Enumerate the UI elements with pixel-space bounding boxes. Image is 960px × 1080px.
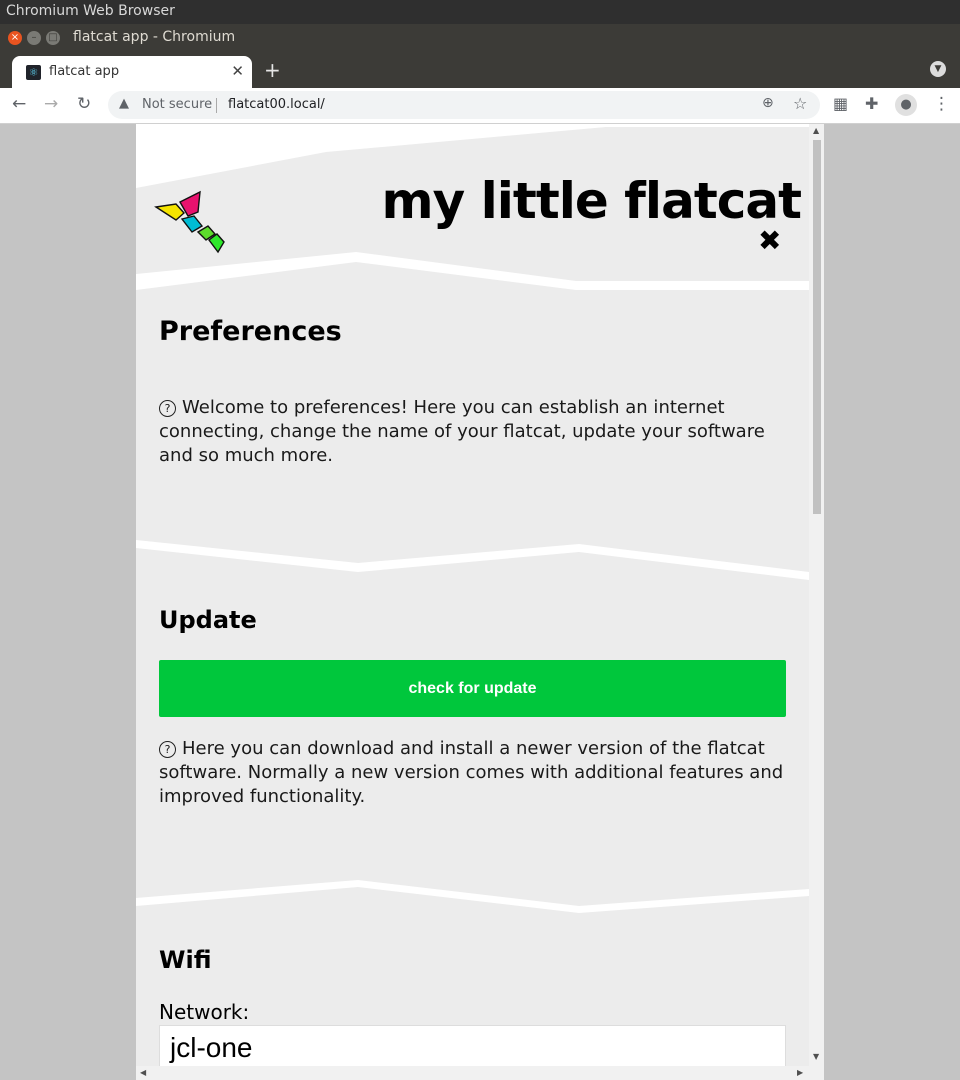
window-minimize-button[interactable]: – — [27, 31, 41, 45]
vertical-scrollbar[interactable]: ▲ ▼ — [809, 124, 824, 1066]
scroll-down-arrow-icon[interactable]: ▼ — [813, 1052, 819, 1061]
zoom-icon[interactable]: ⊕ — [762, 95, 774, 111]
back-icon[interactable]: ← — [12, 94, 26, 114]
tab-title: flatcat app — [49, 64, 120, 79]
star-icon[interactable]: ☆ — [793, 94, 807, 113]
tab-close-icon[interactable]: ✕ — [231, 62, 244, 80]
question-icon[interactable]: ? — [159, 741, 176, 758]
menu-icon[interactable]: ⋮ — [933, 94, 950, 114]
network-input[interactable]: jcl-one — [159, 1025, 786, 1066]
tab-search-icon[interactable]: ▦ — [833, 94, 848, 113]
section-divider — [136, 540, 809, 580]
scroll-left-arrow-icon[interactable]: ◀ — [140, 1068, 146, 1077]
reload-icon[interactable]: ↻ — [77, 94, 91, 114]
window-title-bar: × – □ flatcat app - Chromium — [0, 24, 960, 52]
flatcat-app: my little flatcat ✖ Preferences ? Welcome… — [136, 124, 809, 1066]
os-title-bar: Chromium Web Browser — [0, 0, 960, 24]
update-title: Update — [159, 606, 257, 634]
wifi-title: Wifi — [159, 946, 212, 974]
warning-icon[interactable]: ▲ — [119, 96, 129, 111]
close-icon[interactable]: ✖ — [758, 224, 781, 257]
question-icon[interactable]: ? — [159, 400, 176, 417]
section-divider — [136, 880, 809, 913]
tab-strip: ⚛ flatcat app ✕ + ▼ — [0, 52, 960, 88]
preferences-help: ? Welcome to preferences! Here you can es… — [159, 396, 789, 468]
url-text[interactable]: flatcat00.local/ — [228, 97, 325, 112]
vertical-scroll-thumb[interactable] — [813, 140, 821, 514]
os-title: Chromium Web Browser — [6, 3, 175, 19]
window-close-button[interactable]: × — [8, 31, 22, 45]
network-label: Network: — [159, 1000, 250, 1024]
check-for-update-button[interactable]: check for update — [159, 660, 786, 717]
app-title: my little flatcat — [381, 172, 802, 230]
logo-yellow-segment — [154, 203, 185, 221]
security-status[interactable]: Not secure — [142, 97, 212, 112]
scroll-up-arrow-icon[interactable]: ▲ — [813, 126, 819, 135]
tab-search-dropdown-icon[interactable]: ▼ — [930, 61, 946, 77]
update-help-text: Here you can download and install a newe… — [159, 738, 784, 807]
profile-icon[interactable]: ● — [895, 94, 917, 116]
page-viewport: my little flatcat ✖ Preferences ? Welcome… — [0, 124, 960, 1080]
flatcat-logo — [154, 190, 226, 258]
react-favicon-icon: ⚛ — [26, 65, 41, 80]
address-bar[interactable]: ▲ Not secure flatcat00.local/ ⊕ ☆ — [108, 91, 820, 119]
window-maximize-button[interactable]: □ — [46, 31, 60, 45]
browser-tab[interactable]: ⚛ flatcat app ✕ — [12, 56, 252, 88]
update-help: ? Here you can download and install a new… — [159, 737, 789, 809]
new-tab-icon[interactable]: + — [264, 58, 281, 82]
scroll-right-arrow-icon[interactable]: ▶ — [797, 1068, 803, 1077]
omnibox-separator — [216, 98, 217, 113]
window-title: flatcat app - Chromium — [73, 29, 236, 45]
logo-cyan-segment — [180, 215, 204, 233]
browser-toolbar: ← → ↻ ▲ Not secure flatcat00.local/ ⊕ ☆ … — [0, 88, 960, 124]
extensions-icon[interactable]: ✚ — [865, 94, 878, 113]
preferences-help-text: Welcome to preferences! Here you can est… — [159, 397, 765, 466]
preferences-title: Preferences — [159, 316, 342, 347]
horizontal-scrollbar[interactable]: ◀ ▶ — [136, 1066, 824, 1080]
forward-icon[interactable]: → — [44, 94, 58, 114]
